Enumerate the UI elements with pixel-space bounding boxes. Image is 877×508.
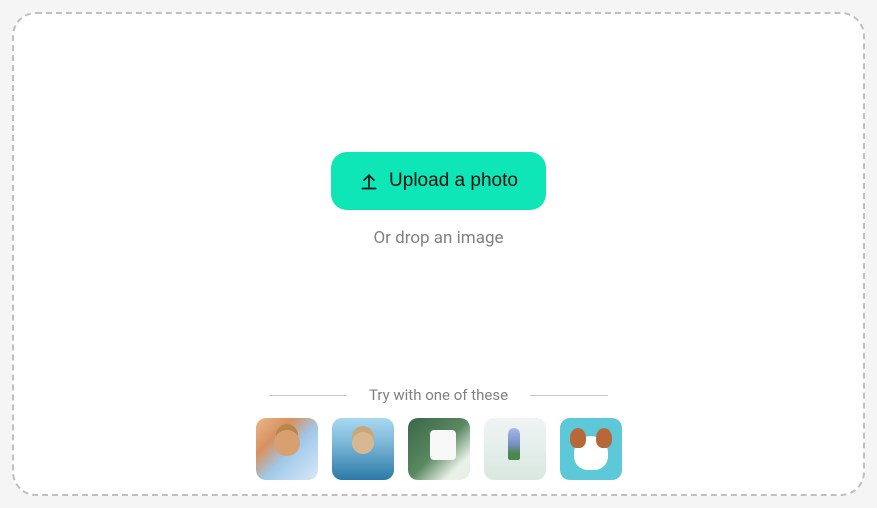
drop-hint-text: Or drop an image [373,228,503,248]
sample-thumb-dog[interactable] [560,418,622,480]
sample-thumb-product-jar[interactable] [408,418,470,480]
divider-line [269,395,347,396]
sample-thumb-person-male[interactable] [256,418,318,480]
sample-thumb-person-female[interactable] [332,418,394,480]
upload-button-label: Upload a photo [389,170,518,192]
upload-button[interactable]: Upload a photo [331,152,546,210]
upload-dropzone[interactable]: Upload a photo Or drop an image Try with… [12,12,865,496]
upload-icon [359,171,379,191]
samples-section: Try with one of these [14,386,863,480]
upload-area: Upload a photo Or drop an image [331,14,546,386]
samples-row [256,418,622,480]
sample-thumb-flower[interactable] [484,418,546,480]
samples-title: Try with one of these [347,386,530,404]
divider-line [530,395,608,396]
samples-header: Try with one of these [14,386,863,404]
